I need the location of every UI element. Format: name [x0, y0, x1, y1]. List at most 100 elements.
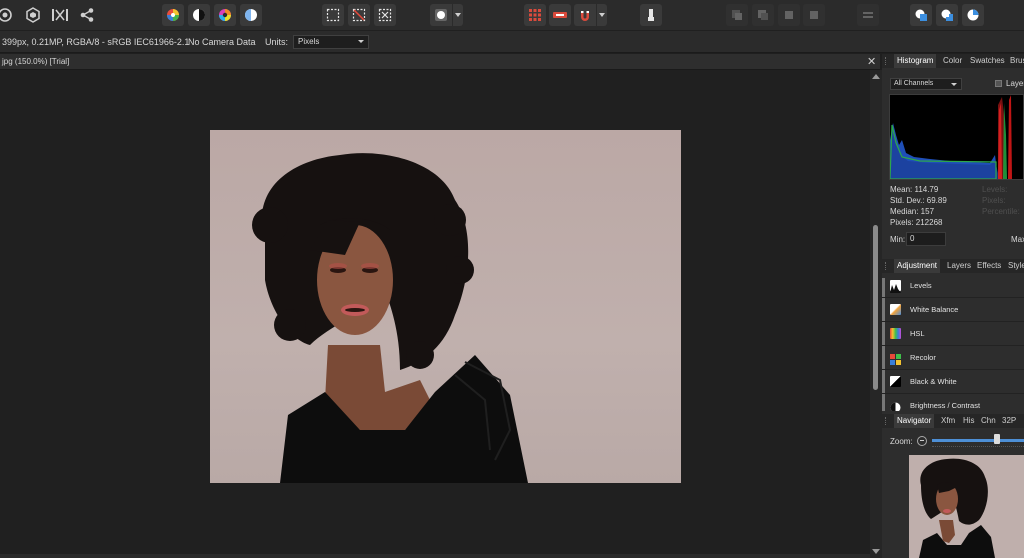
boolean-subtract-icon[interactable] — [936, 4, 958, 26]
levels-icon — [890, 280, 901, 293]
horizontal-scrollbar[interactable] — [0, 554, 870, 558]
hsl-icon — [890, 328, 901, 339]
color-wheel-icon[interactable] — [162, 4, 184, 26]
stat-levels: Levels: — [982, 185, 1008, 194]
tab-swatches[interactable]: Swatches — [967, 54, 1008, 68]
layer-checkbox[interactable] — [995, 80, 1002, 87]
adjustment-item-black-white[interactable]: Black & White — [882, 370, 1024, 394]
document-title: jpg (150.0%) [Trial] — [2, 57, 70, 66]
marquee-select-icon[interactable] — [322, 4, 344, 26]
personas-develop-icon[interactable] — [0, 4, 16, 26]
stat-mean: Mean: 114.79 — [890, 185, 939, 194]
document-image — [210, 130, 681, 483]
share-icon[interactable] — [76, 4, 98, 26]
adjustment-panel-tabs: Adjustment Layers Effects Styles — [882, 259, 1024, 273]
zoom-out-icon[interactable] — [917, 436, 927, 446]
canvas[interactable] — [0, 70, 870, 554]
adjustment-label: White Balance — [910, 305, 959, 314]
white-balance-icon — [890, 304, 901, 315]
tab-effects[interactable]: Effects — [974, 259, 1004, 273]
scroll-up-arrow-icon[interactable] — [872, 74, 880, 79]
panel-grip-icon[interactable] — [885, 262, 887, 270]
quick-mask-icon[interactable] — [430, 4, 452, 26]
min-input[interactable]: 0 — [906, 232, 946, 246]
adjustment-item-white-balance[interactable]: White Balance — [882, 298, 1024, 322]
close-icon[interactable]: ✕ — [867, 55, 876, 68]
context-toolbar: 399px, 0.21MP, RGBA/8 - sRGB IEC61966-2.… — [0, 31, 1024, 53]
adjustment-item-recolor[interactable]: Recolor — [882, 346, 1024, 370]
stat-pixels-selected: Pixels: — [982, 196, 1006, 205]
tab-brushes[interactable]: Brus — [1007, 54, 1024, 68]
navigator-preview[interactable] — [909, 455, 1024, 558]
tab-history[interactable]: His — [960, 414, 978, 428]
tab-channels[interactable]: Chn — [978, 414, 999, 428]
tab-navigator[interactable]: Navigator — [894, 414, 935, 428]
tab-styles[interactable]: Styles — [1005, 259, 1024, 273]
scrollbar-thumb[interactable] — [873, 225, 878, 390]
arrange-forward-icon[interactable] — [778, 4, 800, 26]
snapping-magnet-icon[interactable] — [574, 4, 596, 26]
adjustment-item-hsl[interactable]: HSL — [882, 322, 1024, 346]
arrange-front-icon[interactable] — [803, 4, 825, 26]
tab-adjustment[interactable]: Adjustment — [894, 259, 941, 273]
panel-grip-icon[interactable] — [885, 57, 887, 65]
tab-transform[interactable]: Xfm — [938, 414, 958, 428]
image-info: 399px, 0.21MP, RGBA/8 - sRGB IEC61966-2.… — [2, 37, 190, 47]
adjustment-list: Levels White Balance HSL Recolor Black &… — [882, 274, 1024, 411]
adjustment-label: Black & White — [910, 377, 957, 386]
stat-std-dev: Std. Dev.: 69.89 — [890, 196, 947, 205]
tab-layers[interactable]: Layers — [944, 259, 974, 273]
stat-percentile: Percentile: — [982, 207, 1020, 216]
adjustment-item-levels[interactable]: Levels — [882, 274, 1024, 298]
boolean-intersect-icon[interactable] — [962, 4, 984, 26]
white-balance-icon[interactable] — [240, 4, 262, 26]
vertical-scrollbar[interactable] — [870, 70, 882, 558]
assistant-icon[interactable] — [549, 4, 571, 26]
main-toolbar — [0, 0, 1024, 31]
adjustment-label: Recolor — [910, 353, 936, 362]
tab-32bit-preview[interactable]: 32P — [999, 414, 1019, 428]
brush-tool-icon[interactable] — [640, 4, 662, 26]
grid-snapping-icon[interactable] — [524, 4, 546, 26]
brightness-contrast-icon — [890, 400, 901, 411]
persona-export-icon[interactable] — [49, 4, 71, 26]
persona-photo-icon[interactable] — [22, 4, 44, 26]
boolean-add-icon[interactable] — [910, 4, 932, 26]
align-icon[interactable] — [857, 4, 879, 26]
tab-color[interactable]: Color — [940, 54, 965, 68]
zoom-slider-ticks — [932, 446, 1024, 449]
adjustment-label: Brightness / Contrast — [910, 401, 981, 410]
max-label: Max — [1011, 235, 1024, 244]
snapping-dropdown[interactable] — [597, 4, 607, 26]
adjustment-label: HSL — [910, 329, 925, 338]
contrast-icon[interactable] — [188, 4, 210, 26]
navigator-panel-tabs: Navigator Xfm His Chn 32P — [882, 414, 1024, 428]
arrange-backward-icon[interactable] — [752, 4, 774, 26]
recolor-icon — [890, 352, 901, 365]
min-label: Min: — [890, 235, 906, 244]
channel-dropdown[interactable]: All Channels — [890, 78, 962, 90]
adjustment-item-brightness-contrast[interactable]: Brightness / Contrast — [882, 394, 1024, 411]
hsl-wheel-icon[interactable] — [214, 4, 236, 26]
adjustment-label: Levels — [910, 281, 932, 290]
camera-info: No Camera Data — [188, 37, 256, 47]
zoom-slider[interactable] — [932, 439, 1024, 442]
units-dropdown[interactable]: Pixels — [293, 35, 369, 49]
app-window: 399px, 0.21MP, RGBA/8 - sRGB IEC61966-2.… — [0, 0, 1024, 558]
stat-pixels: Pixels: 212268 — [890, 218, 943, 227]
panel-grip-icon[interactable] — [885, 417, 887, 425]
scroll-down-arrow-icon[interactable] — [872, 549, 880, 554]
right-panel-dock: Histogram Color Swatches Brus All Channe… — [882, 54, 1024, 558]
arrange-back-icon[interactable] — [726, 4, 748, 26]
document-tab[interactable]: jpg (150.0%) [Trial] ✕ — [0, 54, 880, 70]
quick-mask-dropdown[interactable] — [453, 4, 463, 26]
layer-checkbox-label: Layer — [1006, 79, 1024, 88]
invert-selection-icon[interactable] — [374, 4, 396, 26]
zoom-slider-thumb[interactable] — [994, 434, 1000, 444]
tab-histogram[interactable]: Histogram — [894, 54, 937, 68]
histogram-graph — [889, 94, 1024, 180]
histogram-panel-tabs: Histogram Color Swatches Brus — [882, 54, 1024, 68]
deselect-icon[interactable] — [348, 4, 370, 26]
black-white-icon — [890, 376, 901, 387]
zoom-label: Zoom: — [890, 437, 913, 446]
